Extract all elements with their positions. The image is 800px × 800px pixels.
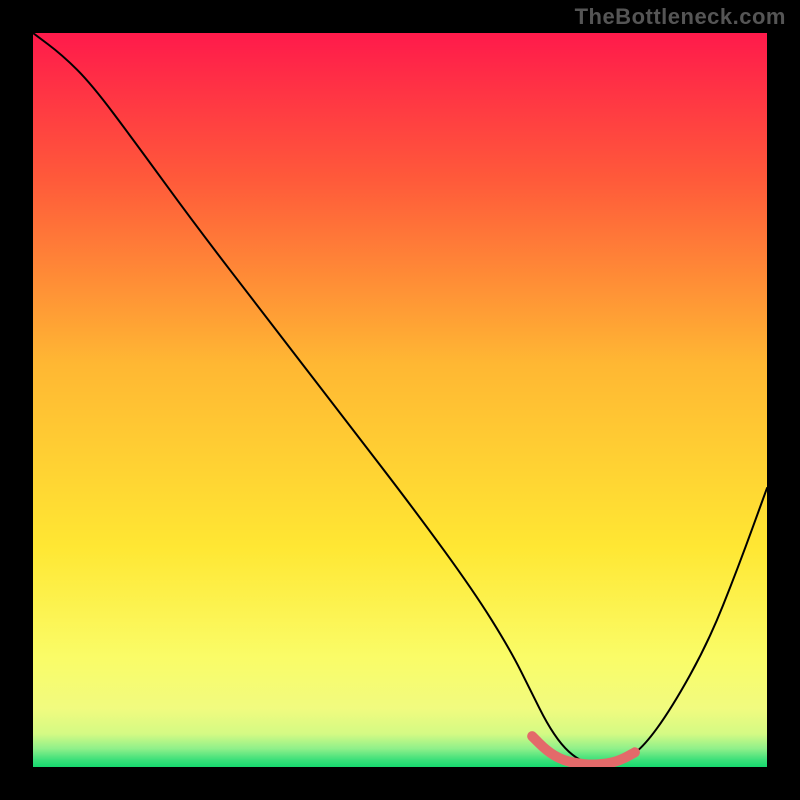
brand-watermark: TheBottleneck.com	[575, 4, 786, 30]
bottleneck-curve-chart	[33, 33, 767, 767]
chart-container: TheBottleneck.com	[0, 0, 800, 800]
gradient-background	[33, 33, 767, 767]
